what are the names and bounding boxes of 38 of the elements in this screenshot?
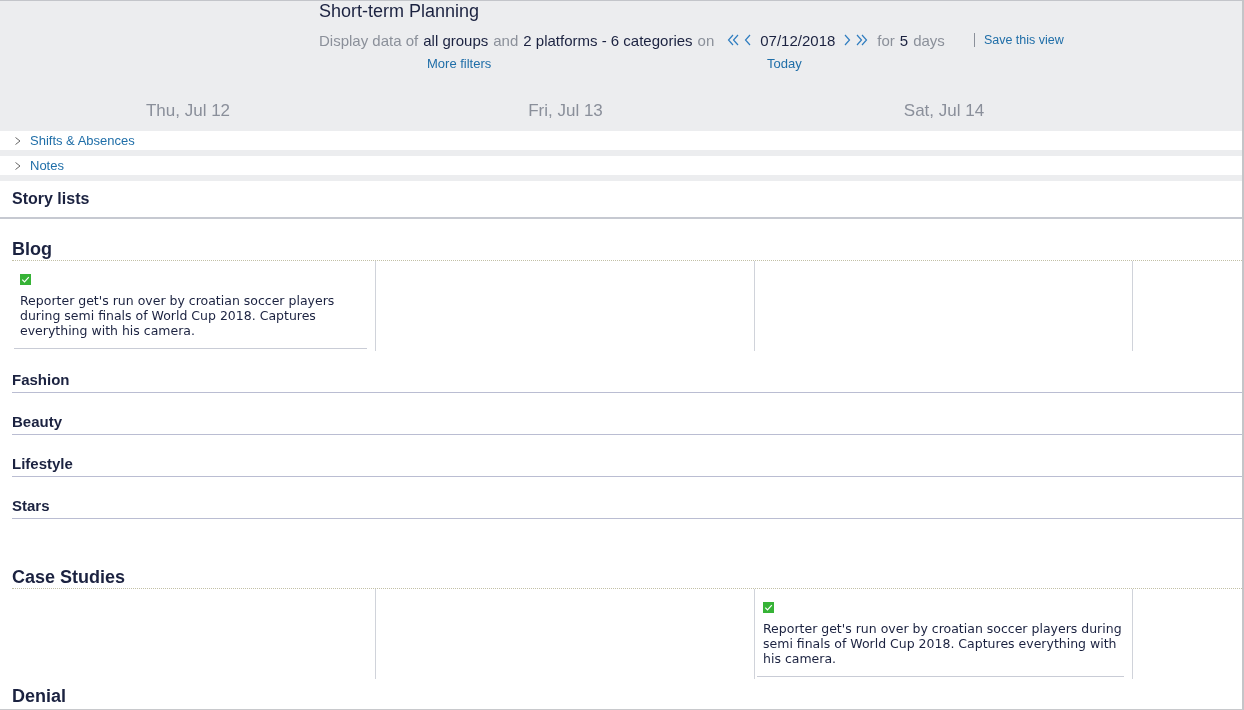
page-title: Short-term Planning: [319, 1, 481, 21]
day-header: Sat, Jul 14: [903, 100, 985, 122]
day-header: Thu, Jul 12: [145, 100, 231, 122]
section-toggle[interactable]: Notes: [30, 158, 64, 173]
category-heading: Fashion: [12, 371, 70, 389]
filter-value[interactable]: 2 platforms - 6 categories: [523, 31, 693, 49]
section-toggle[interactable]: Shifts & Absences: [30, 133, 135, 148]
chevron-right-icon[interactable]: [15, 161, 21, 170]
filter-label: for: [877, 31, 895, 49]
filter-label: Display data of: [319, 31, 419, 49]
filter-value[interactable]: 5: [899, 31, 909, 49]
save-view-link[interactable]: Save this view: [983, 33, 1064, 47]
chevron-left-icon[interactable]: [744, 34, 752, 46]
filter-label: and: [493, 31, 519, 49]
story-card[interactable]: Reporter get's run over by croatian soccer players during semi finals of World Cup 2018. Captures everything with his camera.: [14, 261, 367, 349]
category-heading: Denial: [12, 685, 67, 707]
date-field[interactable]: 07/12/2018: [760, 31, 836, 49]
day-header: Fri, Jul 13: [528, 100, 603, 122]
category-heading: Case Studies: [12, 566, 126, 588]
more-filters-link[interactable]: More filters: [427, 56, 492, 72]
story-text: Reporter get's run over by croatian soccer players during semi finals of World Cup 2018. Captures everything with his camera.: [763, 621, 1123, 666]
chevron-right-icon[interactable]: [15, 136, 21, 145]
checked-box-icon[interactable]: [20, 274, 31, 285]
checked-box-icon[interactable]: [763, 602, 774, 613]
filter-label: on: [697, 31, 715, 49]
category-heading: Stars: [12, 497, 50, 515]
today-link[interactable]: Today: [767, 56, 802, 72]
category-heading: Blog: [12, 238, 52, 260]
category-heading: Lifestyle: [12, 455, 73, 473]
story-text: Reporter get's run over by croatian soccer players during semi finals of World Cup 2018. Captures everything with his camera.: [20, 293, 336, 338]
filter-value[interactable]: all groups: [423, 31, 489, 49]
double-chevron-right-icon[interactable]: [856, 34, 869, 46]
chevron-right-icon[interactable]: [844, 34, 852, 46]
story-card[interactable]: Reporter get's run over by croatian soccer players during semi finals of World Cup 2018. Captures everything with his camera.: [757, 589, 1124, 677]
story-lists-title: Story lists: [12, 189, 90, 209]
double-chevron-left-icon[interactable]: [727, 34, 740, 46]
filter-label: days: [913, 31, 945, 49]
category-heading: Beauty: [12, 413, 63, 431]
